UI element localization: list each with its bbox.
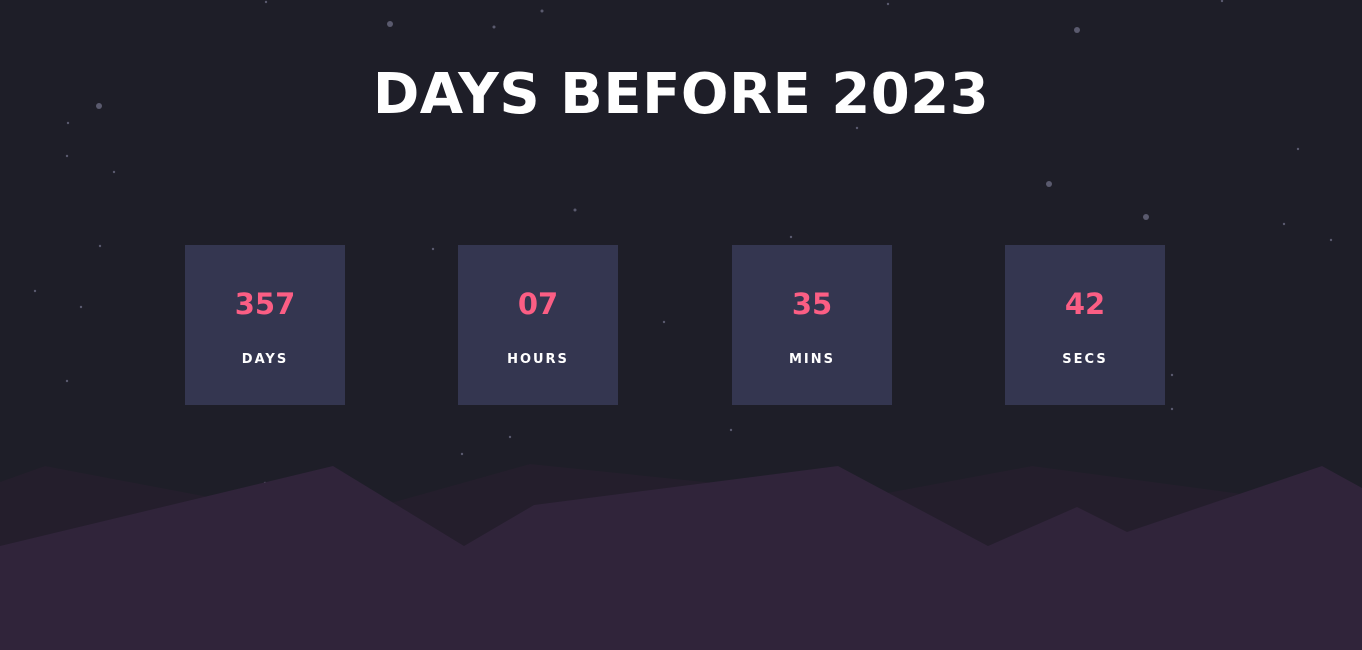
countdown-card-mins: 35 MINS [732, 245, 892, 405]
secs-value: 42 [1064, 287, 1106, 321]
countdown-card-secs: 42 SECS [1005, 245, 1165, 405]
days-label: DAYS [241, 352, 289, 367]
page-title: DAYS BEFORE 2023 [372, 62, 990, 127]
secs-label: SECS [1062, 352, 1108, 367]
hours-value: 07 [517, 287, 559, 321]
mins-label: MINS [788, 352, 836, 367]
countdown-card-hours: 07 HOURS [458, 245, 618, 405]
days-value: 357 [234, 287, 296, 321]
countdown-card-days: 357 DAYS [185, 245, 345, 405]
hours-label: HOURS [507, 352, 569, 367]
mins-value: 35 [791, 287, 833, 321]
